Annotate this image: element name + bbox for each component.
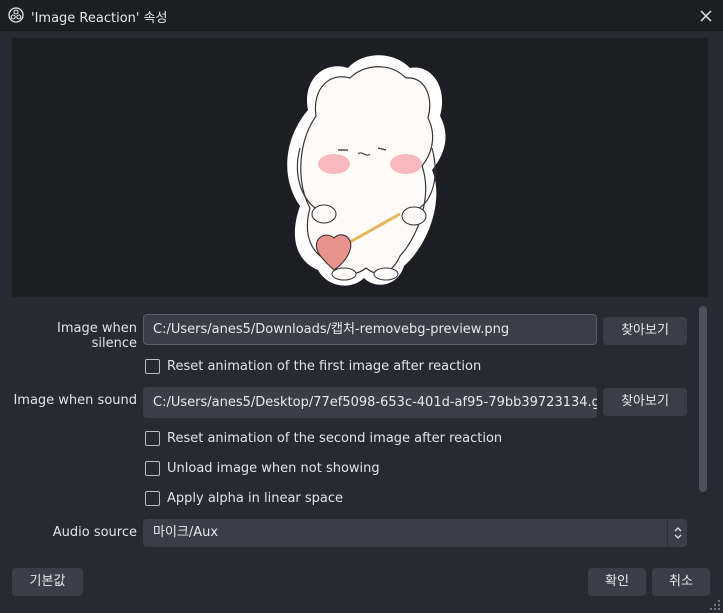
sound-image-path-field[interactable]: C:/Users/anes5/Desktop/77ef5098-653c-401… xyxy=(143,387,597,418)
reset-first-animation-label: Reset animation of the first image after… xyxy=(167,358,482,374)
close-icon[interactable] xyxy=(694,4,718,28)
image-when-sound-label: Image when sound xyxy=(13,393,137,408)
image-when-silence-label: Image when silence xyxy=(57,321,137,351)
unload-image-checkbox-row[interactable]: Unload image when not showing xyxy=(145,459,380,477)
vertical-scrollbar[interactable] xyxy=(699,306,707,492)
unload-image-checkbox[interactable] xyxy=(145,460,160,476)
audio-source-label: Audio source xyxy=(52,525,137,540)
apply-alpha-checkbox-row[interactable]: Apply alpha in linear space xyxy=(145,489,343,507)
chevron-updown-icon xyxy=(674,527,681,539)
silence-browse-button[interactable]: 찾아보기 xyxy=(603,317,687,345)
window-title: 'Image Reaction' 속성 xyxy=(31,11,168,26)
reset-second-animation-label: Reset animation of the second image afte… xyxy=(167,430,503,446)
cute-bunny-sticker-image xyxy=(287,55,446,286)
audio-source-value: 마이크/Aux xyxy=(153,525,219,540)
defaults-button[interactable]: 기본값 xyxy=(12,568,83,596)
apply-alpha-checkbox[interactable] xyxy=(145,490,160,506)
silence-image-path-field[interactable]: C:/Users/anes5/Downloads/캡처-removebg-pre… xyxy=(143,314,597,345)
unload-image-label: Unload image when not showing xyxy=(167,460,380,476)
ok-button[interactable]: 확인 xyxy=(588,568,646,596)
cancel-button[interactable]: 취소 xyxy=(652,568,710,596)
reset-second-animation-checkbox-row[interactable]: Reset animation of the second image afte… xyxy=(145,429,502,447)
resize-grip-icon[interactable] xyxy=(709,599,721,611)
source-preview xyxy=(12,38,708,297)
select-updown-icon[interactable] xyxy=(667,519,687,547)
reset-first-animation-checkbox[interactable] xyxy=(145,358,160,374)
apply-alpha-label: Apply alpha in linear space xyxy=(167,490,344,506)
reset-second-animation-checkbox[interactable] xyxy=(145,430,160,446)
audio-source-select[interactable]: 마이크/Aux xyxy=(143,519,687,547)
reset-first-animation-checkbox-row[interactable]: Reset animation of the first image after… xyxy=(145,357,481,375)
sound-browse-button[interactable]: 찾아보기 xyxy=(603,388,687,416)
obs-logo-icon xyxy=(8,7,24,23)
title-bar: 'Image Reaction' 속성 xyxy=(0,0,723,31)
